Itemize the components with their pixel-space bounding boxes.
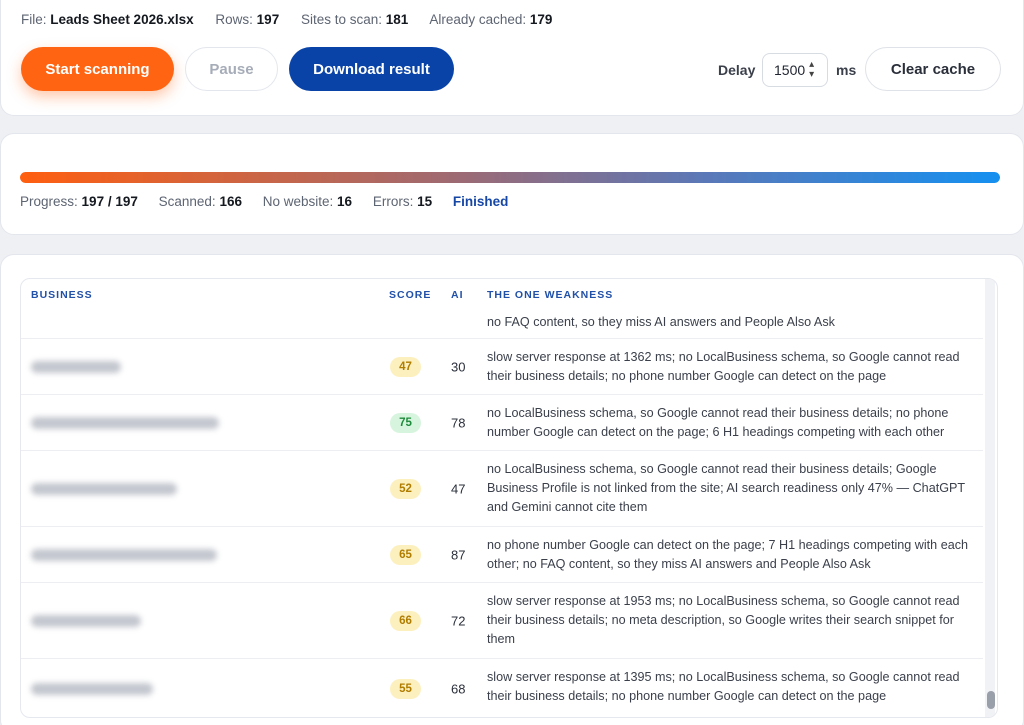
score-badge: 55 bbox=[390, 679, 421, 699]
business-name-blurred bbox=[31, 482, 177, 495]
scanned-label: Scanned: bbox=[158, 194, 216, 209]
clear-cache-button[interactable]: Clear cache bbox=[865, 47, 1001, 91]
delay-value: 1500 bbox=[774, 62, 806, 78]
scan-stats: Progress: 197 / 197 Scanned: 166 No webs… bbox=[20, 194, 508, 209]
scrollbar-thumb[interactable] bbox=[987, 691, 995, 709]
rows-count: 197 bbox=[256, 12, 280, 27]
weakness-text: slow server response at 1362 ms; no Loca… bbox=[487, 350, 960, 383]
weakness-text: no LocalBusiness schema, so Google canno… bbox=[487, 462, 965, 514]
file-label: File: bbox=[21, 12, 47, 27]
table-row[interactable]: 47 30 slow server response at 1362 ms; n… bbox=[21, 339, 983, 395]
table-row[interactable]: 55 68 slow server response at 1395 ms; n… bbox=[21, 659, 983, 717]
cached-count: 179 bbox=[529, 12, 553, 27]
delay-label: Delay bbox=[718, 62, 756, 78]
table-row[interactable]: 75 78 no LocalBusiness schema, so Google… bbox=[21, 395, 983, 451]
file-meta: File: Leads Sheet 2026.xlsx Rows: 197 Si… bbox=[21, 12, 570, 27]
header-ai[interactable]: AI bbox=[451, 289, 464, 301]
table-row[interactable]: no FAQ content, so they miss AI answers … bbox=[21, 311, 983, 339]
cached-label: Already cached: bbox=[429, 12, 527, 27]
download-result-button[interactable]: Download result bbox=[289, 47, 454, 91]
business-name-blurred bbox=[31, 548, 217, 561]
results-table: BUSINESS SCORE AI THE ONE WEAKNESS no FA… bbox=[20, 278, 998, 718]
rows-label: Rows: bbox=[215, 12, 253, 27]
business-name-blurred bbox=[31, 360, 121, 373]
scanned-count: 166 bbox=[219, 194, 242, 209]
weakness-text: no phone number Google can detect on the… bbox=[487, 538, 968, 571]
weakness-text: slow server response at 1953 ms; no Loca… bbox=[487, 594, 960, 646]
header-business[interactable]: BUSINESS bbox=[31, 289, 93, 301]
file-name: Leads Sheet 2026.xlsx bbox=[50, 12, 194, 27]
header-score[interactable]: SCORE bbox=[389, 289, 431, 301]
weakness-text: slow server response at 1395 ms; no Loca… bbox=[487, 670, 960, 703]
toolbar-panel: File: Leads Sheet 2026.xlsx Rows: 197 Si… bbox=[0, 0, 1024, 116]
status-text: Finished bbox=[452, 194, 509, 209]
score-badge: 52 bbox=[390, 478, 421, 499]
pause-button[interactable]: Pause bbox=[185, 47, 278, 91]
nowebsite-count: 16 bbox=[337, 194, 353, 209]
errors-count: 15 bbox=[417, 194, 433, 209]
score-badge: 47 bbox=[390, 356, 421, 377]
table-header: BUSINESS SCORE AI THE ONE WEAKNESS bbox=[21, 279, 997, 311]
progress-value: 197 / 197 bbox=[81, 194, 138, 209]
weakness-text: no FAQ content, so they miss AI answers … bbox=[487, 315, 835, 329]
errors-label: Errors: bbox=[372, 194, 414, 209]
ai-score: 47 bbox=[451, 481, 466, 496]
header-weakness[interactable]: THE ONE WEAKNESS bbox=[487, 289, 613, 301]
ai-score: 68 bbox=[451, 681, 466, 697]
ai-score: 30 bbox=[451, 359, 466, 374]
sites-label: Sites to scan: bbox=[300, 12, 383, 27]
nowebsite-label: No website: bbox=[262, 194, 334, 209]
sites-count: 181 bbox=[385, 12, 409, 27]
ai-score: 87 bbox=[451, 547, 466, 562]
delay-input[interactable]: 1500 ▴ ▾ bbox=[762, 53, 828, 87]
business-name-blurred bbox=[31, 683, 153, 695]
table-row[interactable]: 52 47 no LocalBusiness schema, so Google… bbox=[21, 451, 983, 527]
ai-score: 72 bbox=[451, 613, 466, 628]
progress-fill bbox=[20, 172, 1000, 183]
delay-unit: ms bbox=[836, 62, 857, 78]
business-name-blurred bbox=[31, 614, 141, 627]
score-badge: 65 bbox=[390, 544, 421, 565]
weakness-text: no LocalBusiness schema, so Google canno… bbox=[487, 406, 949, 439]
table-row[interactable]: 66 72 slow server response at 1953 ms; n… bbox=[21, 583, 983, 659]
start-scanning-button[interactable]: Start scanning bbox=[21, 47, 174, 91]
progress-panel bbox=[0, 133, 1024, 235]
progress-label: Progress: bbox=[20, 194, 78, 209]
ai-score: 78 bbox=[451, 415, 466, 430]
table-scrollbar[interactable] bbox=[985, 279, 995, 717]
business-name-blurred bbox=[31, 416, 219, 429]
score-badge: 75 bbox=[390, 412, 421, 433]
table-row[interactable]: 65 87 no phone number Google can detect … bbox=[21, 527, 983, 583]
stepper-icon[interactable]: ▴ ▾ bbox=[809, 60, 814, 80]
score-badge: 66 bbox=[390, 610, 421, 631]
progress-bar bbox=[20, 172, 1000, 183]
